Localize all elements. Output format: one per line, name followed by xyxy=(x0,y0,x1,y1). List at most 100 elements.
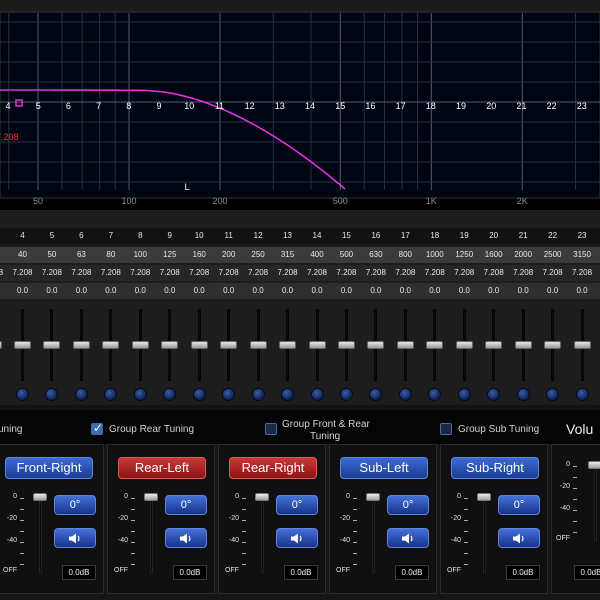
band-q-cell[interactable]: 7.208 xyxy=(391,265,420,281)
channel-level-thumb[interactable] xyxy=(255,493,269,501)
band-q-cell[interactable]: 7.208 xyxy=(126,265,155,281)
band-q-cell[interactable]: 7.208 xyxy=(67,265,96,281)
band-gain-cell[interactable]: 0.0 xyxy=(0,283,8,299)
band-gain-cell[interactable]: 0.0 xyxy=(96,283,125,299)
band-frequency-cell[interactable]: 63 xyxy=(67,247,96,263)
band-select-button[interactable] xyxy=(251,388,265,401)
band-slider-thumb[interactable] xyxy=(161,341,179,349)
band-select-button[interactable] xyxy=(74,388,88,401)
band-gain-cell[interactable]: 0.0 xyxy=(244,283,273,299)
band-slider-thumb[interactable] xyxy=(102,341,120,349)
band-slider[interactable] xyxy=(420,303,449,403)
band-gain-cell[interactable]: 0.0 xyxy=(420,283,449,299)
band-select-button[interactable] xyxy=(516,388,530,401)
graph-band-number[interactable]: 19 xyxy=(456,101,466,111)
band-select-button[interactable] xyxy=(575,388,589,401)
band-gain-cell[interactable]: 0.0 xyxy=(273,283,302,299)
channel-level-track[interactable] xyxy=(483,497,486,573)
mute-button[interactable] xyxy=(498,528,540,548)
band-q-cell[interactable]: 7.208 xyxy=(96,265,125,281)
channel-select-button[interactable]: Front-Right xyxy=(5,457,93,479)
band-frequency-cell[interactable]: 400 xyxy=(303,247,332,263)
band-slider[interactable] xyxy=(37,303,66,403)
graph-band-number[interactable]: 11 xyxy=(215,101,224,111)
band-frequency-cell[interactable]: 500 xyxy=(332,247,361,263)
band-gain-cell[interactable]: 0.0 xyxy=(214,283,243,299)
channel-level-thumb[interactable] xyxy=(366,493,380,501)
channel-level-track[interactable] xyxy=(39,497,42,573)
band-q-cell[interactable]: 7.208 xyxy=(185,265,214,281)
graph-band-number[interactable]: 12 xyxy=(245,101,255,111)
band-gain-cell[interactable]: 0.0 xyxy=(509,283,538,299)
band-select-button[interactable] xyxy=(546,388,560,401)
graph-band-number[interactable]: 23 xyxy=(577,101,587,111)
band-q-cell[interactable]: 7.208 xyxy=(568,265,597,281)
band-slider-thumb[interactable] xyxy=(43,341,61,349)
mute-button[interactable] xyxy=(387,528,429,548)
channel-level-readout[interactable]: 0.0dB xyxy=(62,565,96,580)
band-q-cell[interactable]: 7.208 xyxy=(450,265,479,281)
band-gain-cell[interactable]: 0.0 xyxy=(332,283,361,299)
channel-level-readout[interactable]: 0.0dB xyxy=(173,565,207,580)
band-select-button[interactable] xyxy=(398,388,412,401)
band-slider-thumb[interactable] xyxy=(190,341,208,349)
band-frequency-cell[interactable]: 630 xyxy=(361,247,390,263)
band-q-cell[interactable]: 7.208 xyxy=(420,265,449,281)
channel-select-button[interactable]: Rear-Left xyxy=(118,457,206,479)
band-slider[interactable] xyxy=(244,303,273,403)
band-frequency-cell[interactable]: 200 xyxy=(214,247,243,263)
channel-select-button[interactable]: Sub-Left xyxy=(340,457,428,479)
band-frequency-cell[interactable]: 1250 xyxy=(450,247,479,263)
band-gain-cell[interactable]: 0.0 xyxy=(479,283,508,299)
graph-band-number[interactable]: 22 xyxy=(547,101,557,111)
band-frequency-cell[interactable]: 50 xyxy=(37,247,66,263)
channel-level-track[interactable] xyxy=(150,497,153,573)
band-slider[interactable] xyxy=(155,303,184,403)
band-slider-thumb[interactable] xyxy=(426,341,444,349)
band-slider[interactable] xyxy=(8,303,37,403)
mute-button[interactable] xyxy=(276,528,318,548)
band-select-button[interactable] xyxy=(163,388,177,401)
channel-select-button[interactable]: Sub-Right xyxy=(451,457,539,479)
band-q-cell[interactable]: 7.208 xyxy=(273,265,302,281)
mute-button[interactable] xyxy=(165,528,207,548)
band-frequency-cell[interactable]: 250 xyxy=(244,247,273,263)
band-frequency-cell[interactable]: 80 xyxy=(96,247,125,263)
band-slider-thumb[interactable] xyxy=(14,341,31,349)
band-slider[interactable] xyxy=(126,303,155,403)
band-frequency-cell[interactable]: 2500 xyxy=(538,247,567,263)
graph-band-number[interactable]: 14 xyxy=(305,101,315,111)
graph-band-number[interactable]: 20 xyxy=(486,101,496,111)
band-select-button[interactable] xyxy=(16,388,29,401)
band-select-button[interactable] xyxy=(428,388,442,401)
band-select-button[interactable] xyxy=(369,388,383,401)
graph-band-number[interactable]: 16 xyxy=(365,101,375,111)
band-frequency-cell[interactable]: 160 xyxy=(185,247,214,263)
channel-level-track[interactable] xyxy=(372,497,375,573)
phase-button[interactable]: 0° xyxy=(54,495,96,515)
band-select-button[interactable] xyxy=(281,388,295,401)
band-gain-cell[interactable]: 0.0 xyxy=(8,283,37,299)
band-gain-cell[interactable]: 0.0 xyxy=(538,283,567,299)
channel-level-readout[interactable]: 0.0dB xyxy=(284,565,318,580)
band-slider-thumb[interactable] xyxy=(249,341,267,349)
band-gain-cell[interactable]: 0.0 xyxy=(185,283,214,299)
band-frequency-cell[interactable]: 3150 xyxy=(568,247,597,263)
band-select-button[interactable] xyxy=(192,388,206,401)
band-gain-cell[interactable]: 0.0 xyxy=(303,283,332,299)
phase-button[interactable]: 0° xyxy=(165,495,207,515)
band-slider[interactable] xyxy=(0,303,8,403)
band-slider-thumb[interactable] xyxy=(573,341,591,349)
band-slider[interactable] xyxy=(273,303,302,403)
band-slider[interactable] xyxy=(361,303,390,403)
band-frequency-cell[interactable]: 125 xyxy=(155,247,184,263)
band-slider-thumb[interactable] xyxy=(131,341,149,349)
band-frequency-cell[interactable]: 315 xyxy=(273,247,302,263)
band-slider[interactable] xyxy=(303,303,332,403)
group-front-rear-tuning-checkbox[interactable] xyxy=(265,423,277,435)
eq-graph-canvas[interactable]: 4 5 6 7 8 9 10 11 12 13 14 15 16 17 18 19 20 21 22 23 7.208 L… xyxy=(0,0,600,210)
band-frequency-cell[interactable]: 2000 xyxy=(509,247,538,263)
band-slider[interactable] xyxy=(479,303,508,403)
band-slider[interactable] xyxy=(391,303,420,403)
band-q-cell[interactable]: 7.208 xyxy=(538,265,567,281)
